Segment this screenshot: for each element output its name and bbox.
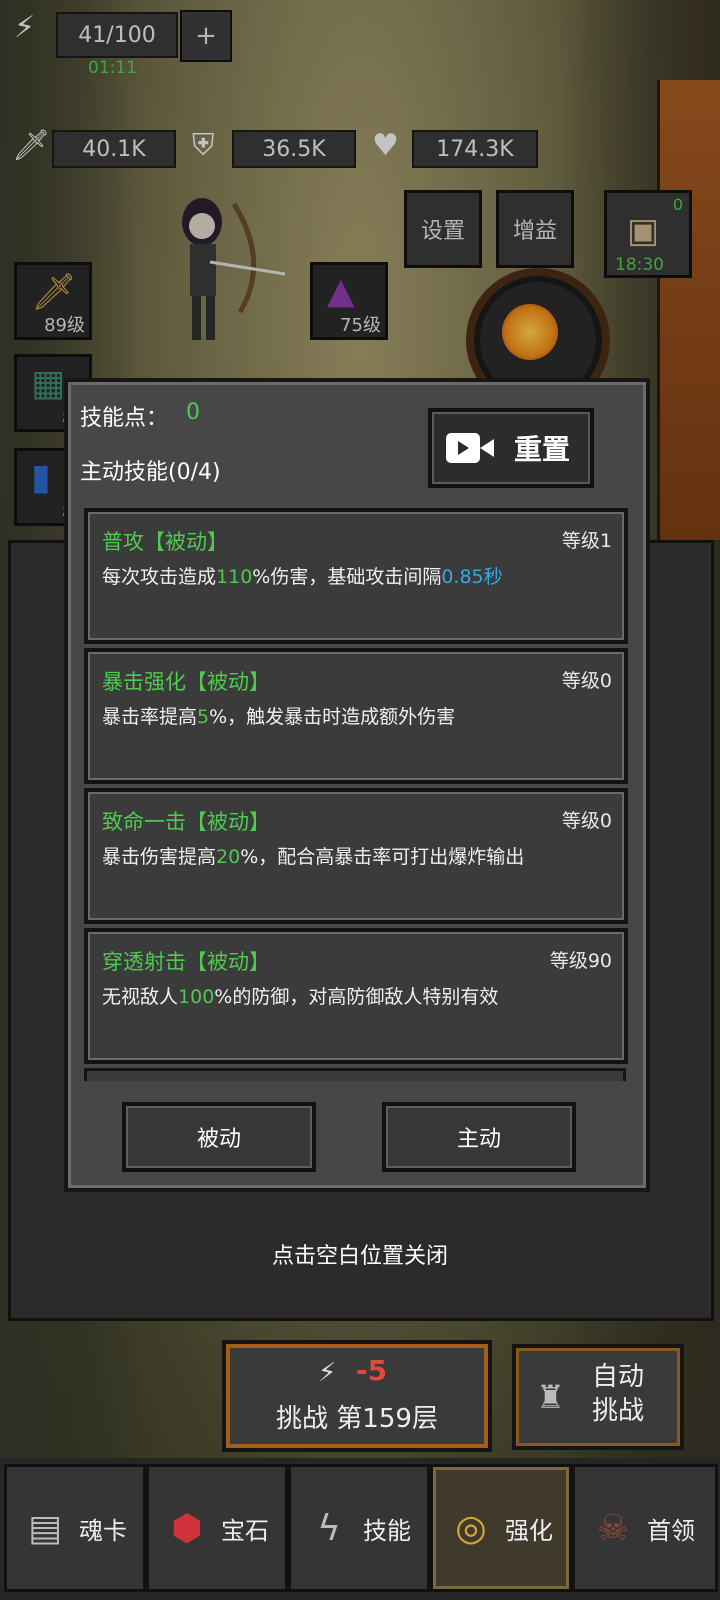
auto-challenge-label: 自动 挑战 [591, 1362, 644, 1426]
nav-label: 首领 [647, 1516, 695, 1545]
skill-card[interactable]: 致命一击【被动】 等级0 暴击伤害提高20%，配合高暴击率可打出爆炸输出 [84, 788, 628, 924]
tab-passive[interactable]: 被动 [122, 1102, 316, 1172]
lantern-icon: ♜ [536, 1378, 565, 1416]
lightning-icon: ϟ [317, 1507, 341, 1549]
skill-description: 暴击率提高5%，触发暴击时造成额外伤害 [102, 706, 456, 728]
soul-card-icon: ▤ [27, 1507, 62, 1549]
skill-points-label: 技能点： [80, 406, 169, 431]
challenge-button[interactable]: ⚡ -5 挑战 第159层 [222, 1340, 492, 1452]
active-skills-label: 主动技能(0/4) [80, 460, 221, 485]
boss-icon: ☠ [596, 1507, 630, 1549]
skill-level: 等级90 [549, 950, 612, 972]
enhance-ring-icon: ◎ [455, 1507, 487, 1549]
auto-challenge-button[interactable]: ♜ 自动 挑战 [512, 1344, 684, 1450]
gem-icon: ⬢ [171, 1507, 203, 1549]
skill-description: 暴击伤害提高20%，配合高暴击率可打出爆炸输出 [102, 846, 525, 868]
nav-label: 技能 [363, 1516, 411, 1545]
skill-name: 致命一击【被动】 [102, 810, 270, 834]
challenge-label: 挑战 第159层 [276, 1404, 438, 1434]
challenge-cost: -5 [356, 1354, 388, 1387]
skill-description: 无视敌人100%的防御，对高防御敌人特别有效 [102, 986, 499, 1008]
nav-label: 宝石 [221, 1516, 269, 1545]
nav-gem[interactable]: ⬢ 宝石 [146, 1464, 288, 1592]
skill-level: 等级0 [561, 810, 612, 832]
skill-name: 穿透射击【被动】 [102, 950, 270, 974]
skill-description: 每次攻击造成110%伤害，基础攻击间隔0.85秒 [102, 566, 503, 588]
nav-label: 魂卡 [79, 1516, 127, 1545]
skill-name: 普攻【被动】 [102, 530, 228, 554]
bottom-nav: ▤ 魂卡 ⬢ 宝石 ϟ 技能 ◎ 强化 ☠ 首领 [0, 1458, 720, 1600]
tab-active-label: 主动 [456, 1127, 501, 1152]
nav-boss[interactable]: ☠ 首领 [572, 1464, 718, 1592]
skill-card-partial [84, 1068, 626, 1081]
skill-card[interactable]: 穿透射击【被动】 等级90 无视敌人100%的防御，对高防御敌人特别有效 [84, 928, 628, 1064]
skill-level: 等级0 [561, 670, 612, 692]
tab-active[interactable]: 主动 [382, 1102, 576, 1172]
skill-level: 等级1 [561, 530, 612, 552]
nav-soul-card[interactable]: ▤ 魂卡 [4, 1464, 146, 1592]
skill-card[interactable]: 暴击强化【被动】 等级0 暴击率提高5%，触发暴击时造成额外伤害 [84, 648, 628, 784]
skill-points-value: 0 [186, 400, 200, 425]
skill-name: 暴击强化【被动】 [102, 670, 270, 694]
reset-button[interactable]: 重置 [428, 408, 594, 488]
skill-card[interactable]: 普攻【被动】 等级1 每次攻击造成110%伤害，基础攻击间隔0.85秒 [84, 508, 628, 644]
reset-label: 重置 [514, 433, 571, 466]
nav-label: 强化 [505, 1516, 553, 1545]
video-ad-icon [446, 433, 494, 463]
energy-icon: ⚡ [318, 1358, 337, 1388]
nav-enhance[interactable]: ◎ 强化 [430, 1464, 572, 1592]
nav-skill[interactable]: ϟ 技能 [288, 1464, 430, 1592]
tab-passive-label: 被动 [196, 1127, 241, 1152]
close-hint[interactable]: 点击空白位置关闭 [0, 1238, 720, 1270]
